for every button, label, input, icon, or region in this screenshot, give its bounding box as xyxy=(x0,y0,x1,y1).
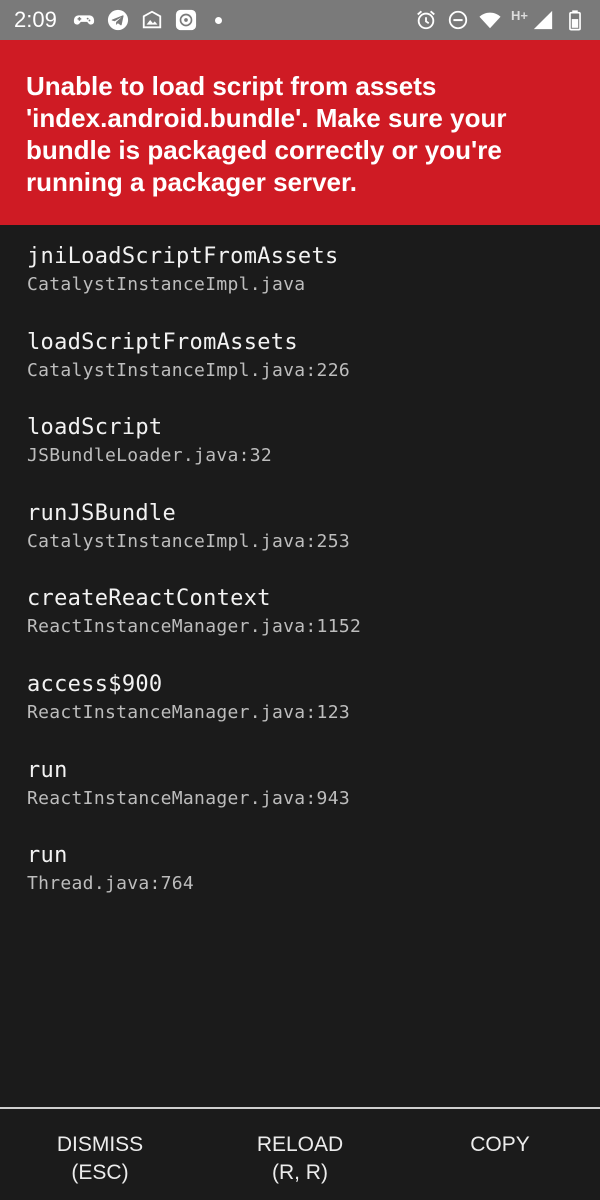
alarm-icon xyxy=(415,9,437,31)
error-header: Unable to load script from assets 'index… xyxy=(0,40,600,225)
wifi-icon xyxy=(479,9,501,31)
telegram-icon xyxy=(107,9,129,31)
status-bar: 2:09 H+ xyxy=(0,0,600,40)
cell-signal-icon xyxy=(532,9,554,31)
frame-file: CatalystInstanceImpl.java:226 xyxy=(27,359,350,381)
frame-file: ReactInstanceManager.java:1152 xyxy=(27,616,362,638)
frame-method: run xyxy=(27,757,68,783)
bottom-action-bar: DISMISS (ESC) RELOAD (R, R) COPY xyxy=(0,1107,600,1200)
frame-method: loadScriptFromAssets xyxy=(27,329,298,355)
dismiss-button[interactable]: DISMISS (ESC) xyxy=(0,1109,200,1200)
notification-icons xyxy=(73,9,222,31)
more-notifications-dot xyxy=(214,16,222,24)
frame-method: runJSBundle xyxy=(27,500,176,526)
stack-frame[interactable]: createReactContext ReactInstanceManager.… xyxy=(27,584,600,670)
gamepad-icon xyxy=(73,9,95,31)
frame-method: access$900 xyxy=(27,671,163,697)
stack-trace-list: jniLoadScriptFromAssets CatalystInstance… xyxy=(0,225,600,927)
frame-file: CatalystInstanceImpl.java xyxy=(27,274,306,295)
stack-frame[interactable]: run Thread.java:764 xyxy=(27,841,600,927)
stack-frame[interactable]: access$900 ReactInstanceManager.java:123 xyxy=(27,670,600,756)
do-not-disturb-icon xyxy=(447,9,469,31)
frame-file: ReactInstanceManager.java:123 xyxy=(27,701,350,723)
stack-frame[interactable]: run ReactInstanceManager.java:943 xyxy=(27,756,600,842)
copy-button[interactable]: COPY xyxy=(400,1109,600,1200)
frame-file: JSBundleLoader.java:32 xyxy=(27,445,273,467)
camera-app-icon xyxy=(175,9,197,31)
frame-method: createReactContext xyxy=(27,586,271,612)
stack-frame[interactable]: loadScript JSBundleLoader.java:32 xyxy=(27,413,600,499)
photo-share-icon xyxy=(141,9,163,31)
system-icons: H+ xyxy=(415,7,586,31)
stack-frame[interactable]: runJSBundle CatalystInstanceImpl.java:25… xyxy=(27,499,600,585)
stack-frame[interactable]: jniLoadScriptFromAssets CatalystInstance… xyxy=(27,242,600,328)
frame-file: Thread.java:764 xyxy=(27,873,195,895)
error-message: Unable to load script from assets 'index… xyxy=(26,71,507,197)
frame-method: loadScript xyxy=(27,415,163,441)
stack-frame[interactable]: loadScriptFromAssets CatalystInstanceImp… xyxy=(27,328,600,414)
frame-file: ReactInstanceManager.java:943 xyxy=(27,787,350,809)
frame-method: jniLoadScriptFromAssets xyxy=(27,244,339,269)
reload-button[interactable]: RELOAD (R, R) xyxy=(200,1109,400,1200)
status-time: 2:09 xyxy=(14,7,57,32)
frame-method: run xyxy=(27,843,68,869)
frame-file: CatalystInstanceImpl.java:253 xyxy=(27,530,350,552)
network-type: H+ xyxy=(511,7,528,23)
battery-icon xyxy=(564,9,586,31)
